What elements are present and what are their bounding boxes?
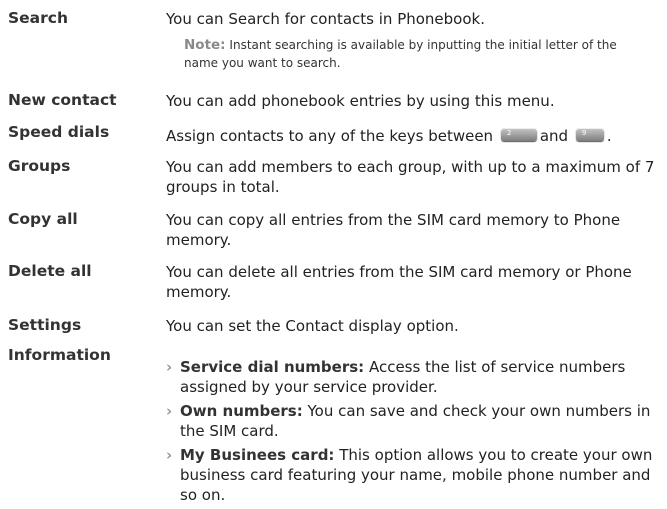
desc-search: You can Search for contacts in Phonebook… <box>166 10 485 28</box>
item-title: My Businees card: <box>180 446 335 464</box>
speed-dials-text-after: . <box>606 127 612 145</box>
information-item-business-card: › My Businees card: This option allows y… <box>166 445 656 505</box>
speed-dials-text-middle: and <box>539 127 569 145</box>
desc-copy-all: You can copy all entries from the SIM ca… <box>166 211 621 249</box>
desc-new-contact: You can add phonebook entries by using t… <box>166 92 555 110</box>
term-speed-dials: Speed dials <box>8 123 110 141</box>
term-delete-all: Delete all <box>8 262 92 280</box>
term-information: Information <box>8 346 111 364</box>
phonebook-menu-page: Search You can Search for contacts in Ph… <box>0 0 667 504</box>
search-note: Note: Instant searching is available by … <box>184 36 654 72</box>
term-new-contact: New contact <box>8 91 117 109</box>
speed-dials-text-before: Assign contacts to any of the keys betwe… <box>166 127 494 145</box>
key-9-icon: 9 <box>575 128 604 141</box>
chevron-right-icon: › <box>166 402 173 420</box>
chevron-right-icon: › <box>166 446 173 464</box>
desc-speed-dials: Assign contacts to any of the keys betwe… <box>166 126 661 146</box>
key-2-icon: 2 <box>500 128 537 141</box>
term-search: Search <box>8 9 69 27</box>
desc-delete-all: You can delete all entries from the SIM … <box>166 263 632 301</box>
information-item-own-numbers: › Own numbers: You can save and check yo… <box>166 401 656 441</box>
term-copy-all: Copy all <box>8 210 78 228</box>
information-list: › Service dial numbers: Access the list … <box>166 357 656 505</box>
desc-settings: You can set the Contact display option. <box>166 317 459 335</box>
term-groups: Groups <box>8 157 71 175</box>
note-label: Note: <box>184 37 226 53</box>
item-title: Own numbers: <box>180 402 303 420</box>
item-title: Service dial numbers: <box>180 358 365 376</box>
information-list-container: › Service dial numbers: Access the list … <box>166 357 656 509</box>
term-settings: Settings <box>8 316 82 334</box>
note-text: Instant searching is available by inputt… <box>184 38 617 70</box>
chevron-right-icon: › <box>166 358 173 376</box>
information-item-service-dial: › Service dial numbers: Access the list … <box>166 357 656 397</box>
desc-groups: You can add members to each group, with … <box>166 158 655 196</box>
